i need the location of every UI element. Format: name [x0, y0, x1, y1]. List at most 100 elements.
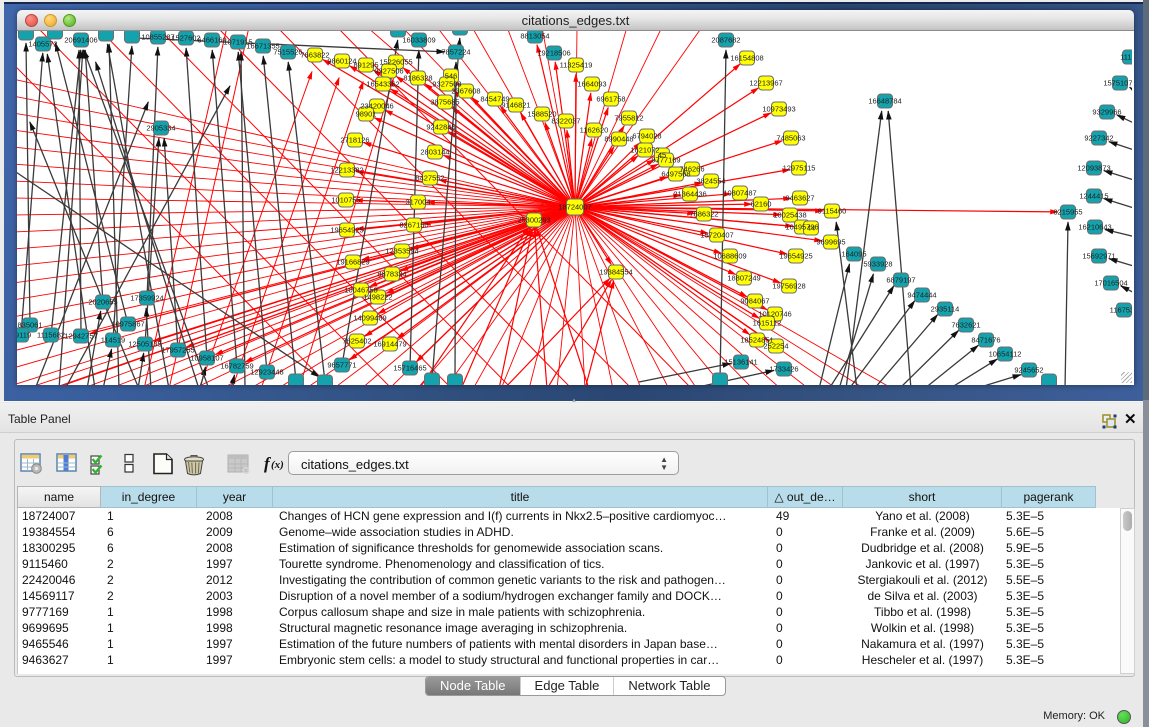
svg-text:8267150: 8267150 [399, 221, 428, 230]
svg-text:62160: 62160 [751, 200, 772, 209]
svg-text:10855287: 10855287 [141, 33, 174, 42]
svg-text:6961758: 6961758 [596, 95, 625, 104]
svg-text:9146821: 9146821 [501, 101, 530, 110]
svg-text:12942757: 12942757 [64, 332, 97, 341]
svg-text:15751074: 15751074 [1103, 79, 1132, 88]
svg-text:9699695: 9699695 [816, 238, 845, 247]
svg-text:19756928: 19756928 [772, 282, 805, 291]
svg-text:7857224: 7857224 [441, 48, 470, 57]
svg-text:9860124: 9860124 [327, 57, 356, 66]
svg-text:9227342: 9227342 [1084, 134, 1113, 143]
svg-text:12505135: 12505135 [128, 340, 161, 349]
svg-text:1244415: 1244415 [1079, 192, 1108, 201]
svg-text:2935114: 2935114 [931, 305, 960, 314]
svg-text:252254: 252254 [763, 342, 788, 351]
svg-text:12353594: 12353594 [385, 247, 418, 256]
svg-text:9115460: 9115460 [818, 207, 847, 216]
svg-text:17359924: 17359924 [130, 294, 163, 303]
svg-text:(x): (x) [271, 459, 284, 471]
svg-text:114519: 114519 [101, 336, 125, 345]
svg-text:14099489: 14099489 [353, 314, 386, 323]
svg-text:317004: 317004 [405, 198, 430, 207]
svg-text:10025438: 10025438 [773, 211, 806, 220]
svg-text:1010755: 1010755 [331, 196, 360, 205]
svg-text:11325419: 11325419 [560, 61, 593, 70]
svg-text:9657771: 9657771 [327, 361, 356, 370]
svg-text:2020655: 2020655 [88, 298, 117, 307]
svg-text:6497568: 6497568 [661, 170, 690, 179]
svg-text:19384554: 19384554 [599, 268, 632, 277]
svg-text:10958107: 10958107 [190, 354, 223, 363]
svg-text:10807487: 10807487 [723, 189, 756, 198]
svg-text:15226055: 15226055 [379, 58, 412, 67]
svg-text:12213382: 12213382 [330, 166, 363, 175]
svg-text:9474444: 9474444 [907, 291, 936, 300]
svg-text:7625402: 7625402 [342, 337, 371, 346]
svg-text:2803144: 2803144 [420, 148, 449, 157]
svg-text:19654925: 19654925 [330, 226, 363, 235]
svg-text:9777169: 9777169 [651, 156, 680, 165]
svg-text:15692971: 15692971 [1082, 252, 1115, 261]
svg-text:16782759: 16782759 [220, 362, 253, 371]
svg-text:10973493: 10973493 [762, 105, 795, 114]
svg-text:19654925: 19654925 [779, 252, 812, 261]
svg-text:7886322: 7886322 [689, 210, 718, 219]
svg-text:12923448: 12923448 [250, 368, 283, 377]
svg-text:17016504: 17016504 [1094, 279, 1127, 288]
svg-text:16648784: 16648784 [868, 97, 901, 106]
svg-text:8990448: 8990448 [604, 135, 633, 144]
svg-text:7515526: 7515526 [273, 48, 302, 57]
svg-text:6794028: 6794028 [632, 132, 661, 141]
svg-text:1162620: 1162620 [580, 126, 609, 135]
svg-text:7955812: 7955812 [614, 114, 643, 123]
svg-text:39119: 39119 [17, 331, 31, 340]
svg-text:44: 44 [807, 224, 815, 233]
svg-text:18724007: 18724007 [558, 203, 591, 212]
svg-text:1405572: 1405572 [28, 40, 57, 49]
svg-text:16914479: 16914479 [373, 340, 406, 349]
svg-text:25300293: 25300293 [517, 216, 550, 225]
svg-text:2367608: 2367608 [451, 87, 480, 96]
svg-text:10120746: 10120746 [758, 310, 791, 319]
svg-text:10688609: 10688609 [713, 252, 746, 261]
svg-text:835061: 835061 [17, 321, 42, 330]
svg-text:2718126: 2718126 [340, 136, 369, 145]
svg-text:7632621: 7632621 [951, 321, 980, 330]
svg-text:1167533: 1167533 [1110, 306, 1132, 315]
svg-text:7485063: 7485063 [776, 134, 805, 143]
svg-text:8215955: 8215955 [1053, 208, 1082, 217]
svg-text:19166829: 19166829 [336, 258, 369, 267]
svg-text:16154808: 16154808 [730, 54, 763, 63]
svg-text:9084067: 9084067 [740, 297, 769, 306]
svg-text:21364436: 21364436 [673, 190, 706, 199]
svg-text:15716465: 15716465 [393, 364, 426, 373]
svg-text:1498222: 1498222 [363, 293, 392, 302]
svg-text:8186328: 8186328 [403, 74, 432, 83]
svg-text:8813054: 8813054 [520, 32, 549, 41]
svg-text:19218506: 19218506 [537, 49, 570, 58]
svg-text:8427552: 8427552 [415, 174, 444, 183]
svg-text:18807249: 18807249 [727, 274, 760, 283]
svg-text:15136141: 15136141 [724, 358, 757, 367]
svg-text:16210643: 16210643 [1078, 223, 1111, 232]
svg-text:16033809: 16033809 [402, 36, 435, 45]
svg-text:1621072: 1621072 [630, 146, 659, 155]
svg-text:1733426: 1733426 [769, 365, 798, 374]
svg-text:8471676: 8471676 [971, 336, 1000, 345]
svg-text:12213967: 12213967 [749, 79, 782, 88]
svg-text:9242845: 9242845 [426, 123, 455, 132]
svg-text:15720407: 15720407 [700, 231, 733, 240]
svg-text:5933928: 5933928 [863, 260, 892, 269]
svg-text:11121: 11121 [1120, 53, 1132, 62]
svg-text:6466160: 6466160 [197, 36, 226, 45]
svg-text:9329966: 9329966 [1092, 108, 1121, 117]
svg-text:1115682: 1115682 [37, 331, 65, 340]
svg-text:1615112: 1615112 [753, 319, 782, 328]
svg-text:10975867: 10975867 [111, 320, 144, 329]
svg-text:8322037: 8322037 [551, 117, 580, 126]
svg-text:8878334: 8878334 [377, 270, 406, 279]
svg-text:20691406: 20691406 [64, 36, 97, 45]
svg-text:10654112: 10654112 [989, 350, 1022, 359]
svg-text:12975115: 12975115 [783, 164, 816, 173]
svg-text:164095: 164095 [841, 250, 866, 259]
